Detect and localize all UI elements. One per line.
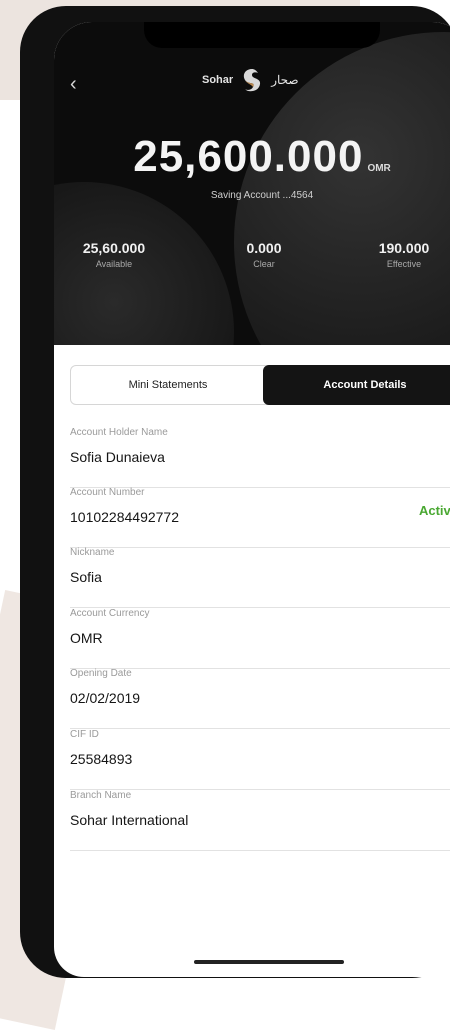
account-label: Saving Account ...4564: [210, 190, 314, 201]
stat-value: 190.000: [378, 240, 430, 256]
field-label: Nickname: [70, 547, 115, 558]
stat-effective: 190.000 Effective: [344, 240, 450, 269]
stat-label: Clear: [253, 259, 275, 269]
logo-text-ar: صحار: [271, 73, 299, 87]
logo-text-en: Sohar: [202, 74, 234, 86]
balance-stats: 25,60.000 Available 0.000 Clear 190.000 …: [54, 240, 450, 290]
phone-frame: ‹ Sohar صحار 25,600.000 OMR Saving Accoun…: [20, 6, 450, 978]
sohar-logo-icon: [239, 67, 265, 93]
field-account-holder-name: Account Holder Name Sofia Dunaieva: [70, 427, 450, 488]
stat-value: 0.000: [246, 240, 282, 256]
field-value: Sofia Dunaieva: [70, 449, 165, 465]
chevron-left-icon[interactable]: ‹: [70, 74, 86, 94]
field-value: 02/02/2019: [70, 690, 141, 706]
balance-header: ‹ Sohar صحار 25,600.000 OMR Saving Accoun…: [54, 22, 450, 345]
stat-available: 25,60.000 Available: [54, 240, 174, 269]
field-cif-id: CIF ID 25584893: [70, 729, 450, 790]
tab-switcher: Mini Statements Account Details: [70, 365, 450, 405]
field-label: Branch Name: [70, 790, 132, 801]
field-nickname: Nickname Sofia: [70, 547, 450, 608]
tab-mini-statements[interactable]: Mini Statements: [71, 365, 265, 405]
balance-currency: OMR: [367, 163, 391, 174]
home-indicator[interactable]: [194, 960, 344, 964]
balance-row: 25,600.000 OMR: [54, 132, 450, 182]
field-label: Opening Date: [70, 668, 132, 679]
field-value: Sohar International: [70, 812, 189, 828]
field-label: CIF ID: [70, 729, 99, 740]
status-badge: Active: [418, 503, 450, 518]
field-label: Account Holder Name: [70, 427, 168, 438]
field-account-currency: Account Currency OMR: [70, 608, 450, 669]
field-value: OMR: [70, 630, 103, 646]
app-screen: ‹ Sohar صحار 25,600.000 OMR Saving Accoun…: [54, 22, 450, 977]
account-balance: 25,600.000: [133, 132, 364, 181]
field-opening-date: Opening Date 02/02/2019: [70, 668, 450, 729]
tab-account-details[interactable]: Account Details: [263, 365, 450, 405]
stat-label: Available: [95, 259, 133, 269]
stat-value: 25,60.000: [82, 240, 146, 256]
field-branch-name: Branch Name Sohar International: [70, 790, 450, 851]
stat-clear: 0.000 Clear: [204, 240, 324, 269]
stat-label: Effective: [386, 259, 422, 269]
field-label: Account Currency: [70, 608, 150, 619]
field-value: 10102284492772: [70, 509, 180, 525]
phone-notch: [144, 22, 380, 48]
field-account-number: Account Number 10102284492772 Active: [70, 487, 450, 548]
field-value: Sofia: [70, 569, 102, 585]
field-label: Account Number: [70, 487, 145, 498]
field-value: 25584893: [70, 751, 133, 767]
bank-logo: Sohar صحار: [202, 64, 299, 96]
